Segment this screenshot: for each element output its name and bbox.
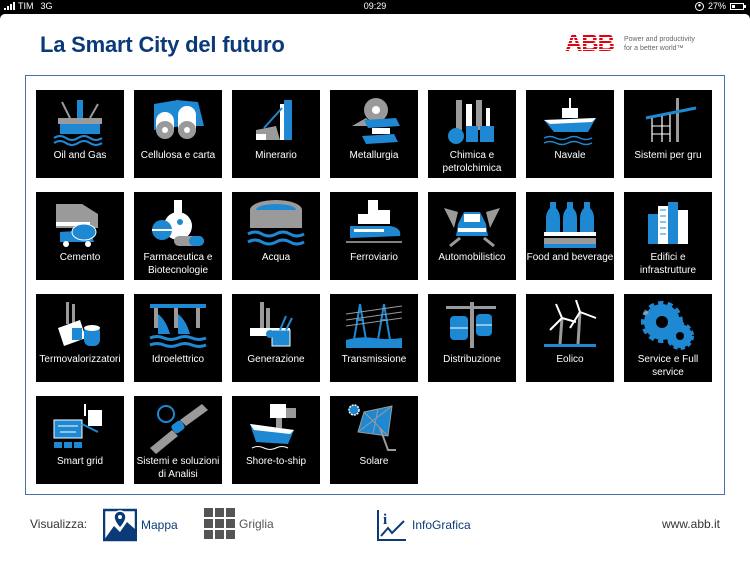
sector-tile-label: Transmissione bbox=[341, 354, 407, 365]
sector-tile-transmissione[interactable]: Transmissione bbox=[330, 294, 418, 382]
shore-ship-icon bbox=[246, 402, 306, 454]
sector-tile-label: Idroelettrico bbox=[151, 354, 205, 365]
steel-beam-icon bbox=[344, 96, 404, 148]
satellite-icon bbox=[148, 402, 208, 454]
buildings-icon bbox=[638, 198, 698, 250]
sector-tile-label: Cellulosa e carta bbox=[140, 150, 216, 161]
sector-tile-idroelettrico[interactable]: Idroelettrico bbox=[134, 294, 222, 382]
crane-icon bbox=[638, 96, 698, 148]
mine-icon bbox=[246, 96, 306, 148]
sector-tile-cellulosa-e-carta[interactable]: Cellulosa e carta bbox=[134, 90, 222, 178]
dam-icon bbox=[148, 300, 208, 352]
sector-tile-label: Edifici e infrastrutture bbox=[639, 252, 697, 276]
cement-truck-icon bbox=[50, 198, 110, 250]
gears-icon bbox=[638, 300, 698, 352]
sector-tile-chimica-e-petrolchimica[interactable]: Chimica e petrolchimica bbox=[428, 90, 516, 178]
sector-tile-label: Smart grid bbox=[56, 456, 104, 467]
sector-tile-label: Termovalorizzatori bbox=[39, 354, 121, 365]
flask-pills-icon bbox=[148, 198, 208, 250]
app-screen: La Smart City del futuro ABB Power and p… bbox=[0, 14, 750, 563]
footer-bar: Visualizza: Mappa Griglia i InfoGrafica … bbox=[0, 506, 750, 546]
sector-tile-label: Food and beverage bbox=[526, 252, 614, 263]
view-label: Visualizza: bbox=[30, 517, 88, 531]
transformer-pole-icon bbox=[442, 300, 502, 352]
sector-tile-food-and-beverage[interactable]: Food and beverage bbox=[526, 192, 614, 280]
chemical-plant-icon bbox=[442, 96, 502, 148]
ship-icon bbox=[540, 96, 600, 148]
abb-logo: ABB bbox=[565, 30, 615, 57]
sector-tile-sistemi-e-soluzioni-di-analisi[interactable]: Sistemi e soluzioni di Analisi bbox=[134, 396, 222, 484]
pylon-icon bbox=[344, 300, 404, 352]
solar-dish-icon bbox=[344, 402, 404, 454]
sector-tile-label: Eolico bbox=[556, 354, 584, 365]
sector-tile-solare[interactable]: Solare bbox=[330, 396, 418, 484]
wind-turbine-icon bbox=[540, 299, 600, 352]
infographic-label: InfoGrafica bbox=[412, 518, 471, 532]
sector-tile-shore-to-ship[interactable]: Shore-to-ship bbox=[232, 396, 320, 484]
power-plant-icon bbox=[246, 300, 306, 352]
grid-view-button[interactable]: Griglia bbox=[204, 508, 274, 539]
sector-tile-label: Chimica e petrolchimica bbox=[442, 150, 502, 174]
status-bar: TIM 3G 09:29 ● 27% bbox=[0, 0, 750, 14]
sector-tile-automobilistico[interactable]: Automobilistico bbox=[428, 192, 516, 280]
sector-tile-eolico[interactable]: Eolico bbox=[526, 294, 614, 382]
paper-rolls-icon bbox=[148, 96, 208, 148]
sector-tile-minerario[interactable]: Minerario bbox=[232, 90, 320, 178]
website-link[interactable]: www.abb.it bbox=[662, 517, 720, 531]
sector-tile-label: Cemento bbox=[59, 252, 101, 263]
sector-tile-termovalorizzatori[interactable]: Termovalorizzatori bbox=[36, 294, 124, 382]
smart-grid-icon bbox=[50, 402, 110, 454]
sector-tile-edifici-e-infrastrutture[interactable]: Edifici e infrastrutture bbox=[624, 192, 712, 280]
sector-tile-navale[interactable]: Navale bbox=[526, 90, 614, 178]
sector-tile-label: Metallurgia bbox=[349, 150, 399, 161]
sector-tile-smart-grid[interactable]: Smart grid bbox=[36, 396, 124, 484]
sector-tile-label: Automobilistico bbox=[438, 252, 506, 263]
sector-tile-sistemi-per-gru[interactable]: Sistemi per gru bbox=[624, 90, 712, 178]
sector-tile-label: Service e Full service bbox=[637, 354, 699, 378]
battery-icon bbox=[730, 2, 746, 10]
map-view-button[interactable]: Mappa bbox=[103, 508, 178, 542]
sector-tile-oil-and-gas[interactable]: Oil and Gas bbox=[36, 90, 124, 178]
infographic-icon: i bbox=[377, 510, 406, 541]
sector-tile-label: Oil and Gas bbox=[53, 150, 107, 161]
sector-tile-metallurgia[interactable]: Metallurgia bbox=[330, 90, 418, 178]
map-pin-icon bbox=[103, 508, 137, 542]
page-title: La Smart City del futuro bbox=[40, 32, 285, 57]
sector-tile-label: Sistemi per gru bbox=[634, 150, 702, 161]
sector-tile-label: Distribuzione bbox=[443, 354, 501, 365]
water-tank-icon bbox=[246, 198, 306, 250]
sector-tile-service-e-full-service[interactable]: Service e Full service bbox=[624, 294, 712, 382]
waste-plant-icon bbox=[50, 300, 110, 352]
map-label: Mappa bbox=[141, 518, 178, 532]
svg-text:i: i bbox=[383, 512, 387, 528]
sector-tile-label: Minerario bbox=[255, 150, 297, 161]
grid-label: Griglia bbox=[239, 516, 274, 531]
infographic-button[interactable]: i InfoGrafica bbox=[376, 508, 471, 542]
battery-percent: 27% bbox=[707, 1, 726, 11]
bottles-icon bbox=[540, 198, 600, 250]
sector-tile-label: Farmaceutica e Biotecnologie bbox=[143, 252, 213, 276]
sector-tile-farmaceutica-e-biotecnologie[interactable]: Farmaceutica e Biotecnologie bbox=[134, 192, 222, 280]
grid-icon bbox=[204, 508, 235, 539]
car-robots-icon bbox=[442, 198, 502, 250]
sector-tile-ferroviario[interactable]: Ferroviario bbox=[330, 192, 418, 280]
oil-rig-icon bbox=[50, 96, 110, 148]
sector-tile-label: Sistemi e soluzioni di Analisi bbox=[136, 456, 220, 480]
abb-brand: ABB Power and productivity for a better … bbox=[565, 32, 695, 56]
sector-tile-label: Ferroviario bbox=[350, 252, 398, 263]
sector-tile-label: Generazione bbox=[247, 354, 305, 365]
clock: 09:29 bbox=[363, 1, 387, 11]
sector-tile-generazione[interactable]: Generazione bbox=[232, 294, 320, 382]
sector-tile-cemento[interactable]: Cemento bbox=[36, 192, 124, 280]
sector-tile-label: Acqua bbox=[261, 252, 291, 263]
sector-tile-label: Shore-to-ship bbox=[245, 456, 307, 467]
sector-tile-acqua[interactable]: Acqua bbox=[232, 192, 320, 280]
rotation-lock-icon: ● bbox=[694, 1, 704, 11]
sector-tile-distribuzione[interactable]: Distribuzione bbox=[428, 294, 516, 382]
train-icon bbox=[344, 198, 404, 250]
abb-tagline: Power and productivity for a better worl… bbox=[624, 36, 695, 52]
sector-tile-label: Navale bbox=[554, 150, 586, 161]
sector-tile-label: Solare bbox=[359, 456, 389, 467]
